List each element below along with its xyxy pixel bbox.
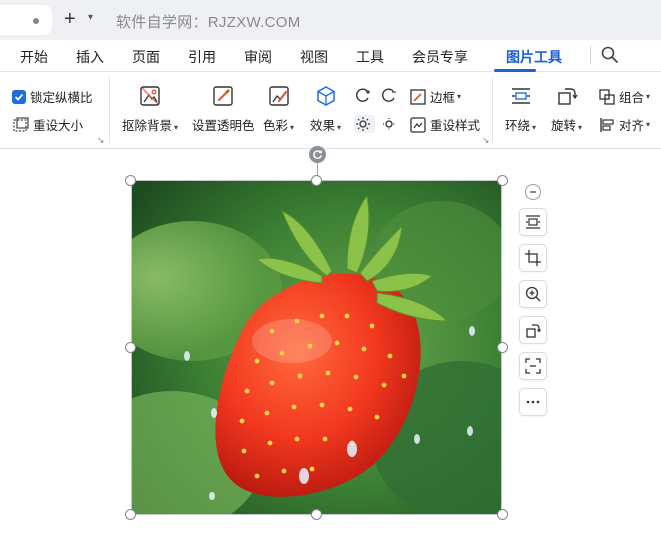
border-button[interactable]: 边框 ▾ bbox=[409, 87, 461, 106]
rotate-icon[interactable] bbox=[519, 316, 547, 344]
wrap-text-label: 环绕 bbox=[505, 119, 531, 133]
effects-button[interactable]: 效果 ▾ bbox=[310, 83, 341, 134]
menu-insert[interactable]: 插入 bbox=[76, 47, 104, 67]
strawberry-photo bbox=[132, 181, 501, 514]
decrease-contrast-button[interactable] bbox=[380, 87, 401, 105]
set-transparent-color-label: 设置透明色 bbox=[192, 119, 255, 133]
checkbox-checked-icon bbox=[12, 89, 26, 104]
picture-color-icon bbox=[266, 83, 292, 109]
watermark-text: 软件自学网：RJZXW.COM bbox=[116, 14, 301, 31]
rotate-label: 旋转 bbox=[551, 119, 577, 133]
search-icon[interactable] bbox=[600, 45, 620, 65]
more-icon[interactable] bbox=[519, 388, 547, 416]
rotate-icon bbox=[554, 83, 580, 109]
active-tab-indicator bbox=[494, 69, 536, 72]
reset-style-icon bbox=[409, 116, 427, 134]
collapse-toolbar-icon[interactable] bbox=[525, 184, 541, 200]
align-icon bbox=[598, 116, 616, 134]
lock-aspect-ratio-checkbox[interactable]: 锁定纵横比 bbox=[12, 87, 93, 106]
reset-size-button[interactable]: 重设大小 bbox=[12, 115, 83, 134]
menu-home[interactable]: 开始 bbox=[20, 47, 48, 67]
reset-style-label: 重设样式 bbox=[430, 119, 481, 133]
border-icon bbox=[409, 88, 427, 106]
crop-icon[interactable] bbox=[519, 244, 547, 272]
title-bar: + ▾ 软件自学网：RJZXW.COM bbox=[0, 0, 661, 40]
brightness-minus-icon bbox=[380, 115, 398, 133]
color-button[interactable]: 色彩 ▾ bbox=[263, 83, 294, 134]
border-label: 边框 bbox=[430, 91, 456, 105]
menu-member[interactable]: 会员专享 bbox=[412, 47, 468, 67]
increase-contrast-button[interactable] bbox=[354, 87, 375, 105]
increase-brightness-button[interactable] bbox=[354, 115, 375, 133]
align-button[interactable]: 对齐 ▾ bbox=[598, 115, 650, 134]
selected-picture[interactable] bbox=[131, 180, 502, 515]
wrap-text-button[interactable]: 环绕 ▾ bbox=[505, 83, 536, 134]
menu-tools[interactable]: 工具 bbox=[356, 47, 384, 67]
menu-page[interactable]: 页面 bbox=[132, 47, 160, 67]
resize-handle-bottom-right[interactable] bbox=[497, 509, 508, 520]
menu-picture-tools[interactable]: 图片工具 bbox=[506, 47, 562, 67]
menu-bar: 开始 插入 页面 引用 审阅 视图 工具 会员专享 图片工具 bbox=[0, 40, 661, 72]
remove-background-button[interactable]: 抠除背景 ▾ bbox=[122, 83, 178, 134]
wrap-text-icon bbox=[508, 83, 534, 109]
ribbon-toolbar: 锁定纵横比 重设大小 ↘ 抠除背景 ▾ 设置透明色 色彩 ▾ 效果 ▾ 边框 ▾… bbox=[0, 73, 661, 149]
resize-handle-bottom-left[interactable] bbox=[125, 509, 136, 520]
resize-handle-top-left[interactable] bbox=[125, 175, 136, 186]
group-label: 组合 bbox=[619, 91, 645, 105]
resize-handle-top-right[interactable] bbox=[497, 175, 508, 186]
contrast-minus-icon bbox=[380, 87, 398, 105]
effects-cube-icon bbox=[313, 83, 339, 109]
remove-background-label: 抠除背景 bbox=[122, 119, 173, 133]
set-transparent-color-button[interactable]: 设置透明色 bbox=[192, 83, 255, 134]
group-icon bbox=[598, 88, 616, 106]
group-button[interactable]: 组合 ▾ bbox=[598, 87, 650, 106]
menu-view[interactable]: 视图 bbox=[300, 47, 328, 67]
lock-aspect-ratio-label: 锁定纵横比 bbox=[30, 91, 93, 105]
new-tab-button[interactable]: + bbox=[64, 9, 76, 29]
remove-background-icon bbox=[137, 83, 163, 109]
zoom-in-icon[interactable] bbox=[519, 280, 547, 308]
resize-handle-right[interactable] bbox=[497, 342, 508, 353]
reset-size-icon bbox=[12, 116, 30, 134]
resize-handle-left[interactable] bbox=[125, 342, 136, 353]
resize-handle-top[interactable] bbox=[311, 175, 322, 186]
effects-label: 效果 bbox=[310, 119, 336, 133]
ribbon-divider bbox=[492, 77, 493, 143]
resize-handle-bottom[interactable] bbox=[311, 509, 322, 520]
ribbon-divider bbox=[109, 77, 110, 143]
decrease-brightness-button[interactable] bbox=[380, 115, 401, 133]
document-tab[interactable] bbox=[0, 5, 52, 35]
color-label: 色彩 bbox=[263, 119, 289, 133]
rotate-button[interactable]: 旋转 ▾ bbox=[551, 83, 582, 134]
select-area-icon[interactable] bbox=[519, 352, 547, 380]
contrast-plus-icon bbox=[354, 87, 372, 105]
rotate-handle-icon[interactable] bbox=[309, 146, 326, 163]
size-dialog-launcher-icon[interactable]: ↘ bbox=[97, 135, 105, 146]
picture-dialog-launcher-icon[interactable]: ↘ bbox=[482, 135, 490, 146]
wrap-text-icon[interactable] bbox=[519, 208, 547, 236]
menu-divider bbox=[590, 46, 591, 64]
menu-review[interactable]: 审阅 bbox=[244, 47, 272, 67]
menu-references[interactable]: 引用 bbox=[188, 47, 216, 67]
unsaved-dot-icon bbox=[33, 18, 39, 24]
reset-style-button[interactable]: 重设样式 bbox=[409, 115, 480, 134]
brightness-plus-icon bbox=[354, 115, 372, 133]
new-tab-dropdown-icon[interactable]: ▾ bbox=[88, 12, 93, 23]
align-label: 对齐 bbox=[619, 119, 645, 133]
transparent-color-icon bbox=[210, 83, 236, 109]
reset-size-label: 重设大小 bbox=[33, 119, 84, 133]
